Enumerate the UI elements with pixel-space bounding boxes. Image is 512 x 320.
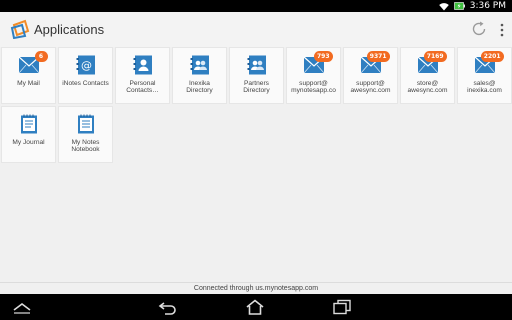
mail-icon: 7169 bbox=[417, 51, 447, 75]
mail-icon: 2201 bbox=[474, 51, 504, 75]
app-tile-label: My Journal bbox=[12, 139, 45, 146]
home-icon[interactable] bbox=[245, 299, 265, 315]
app-tile[interactable]: Inexika Directory bbox=[172, 47, 227, 104]
app-tile-label: iNotes Contacts bbox=[62, 80, 109, 87]
recent-apps-icon[interactable] bbox=[332, 299, 352, 315]
app-logo-icon[interactable] bbox=[10, 19, 32, 39]
refresh-icon[interactable] bbox=[470, 20, 488, 38]
directory-icon bbox=[246, 55, 268, 75]
mail-icon: 6 bbox=[18, 51, 48, 75]
status-bar: 3:36 PM bbox=[0, 0, 512, 12]
contacts-book-icon: @ bbox=[75, 55, 97, 75]
unread-count-badge: 2201 bbox=[480, 51, 504, 62]
app-tile-label: Inexika Directory bbox=[186, 80, 213, 95]
overflow-menu-icon[interactable] bbox=[498, 22, 506, 38]
app-tile[interactable]: 7169 store@ awesync.com bbox=[400, 47, 455, 104]
clock: 3:36 PM bbox=[469, 1, 506, 11]
app-tile-label: store@ awesync.com bbox=[407, 80, 448, 95]
unread-count-badge: 9371 bbox=[366, 51, 390, 62]
app-tile-label: My Notes Notebook bbox=[71, 139, 100, 154]
action-bar: Applications bbox=[0, 12, 512, 47]
unread-count-badge: 7169 bbox=[423, 51, 447, 62]
person-contact-icon bbox=[132, 55, 154, 75]
back-icon[interactable] bbox=[158, 299, 178, 315]
app-tile[interactable]: Partners Directory bbox=[229, 47, 284, 104]
app-tile-label: support@ mynotesapp.co bbox=[291, 80, 336, 95]
app-tile-label: sales@ inexika.com bbox=[467, 80, 502, 95]
wifi-icon bbox=[438, 2, 449, 10]
app-tile-label: Partners Directory bbox=[243, 80, 270, 95]
connection-status: Connected through us.mynotesapp.com bbox=[0, 282, 512, 294]
app-tile[interactable]: My Journal bbox=[1, 106, 56, 163]
app-tile[interactable]: 9371 support@ awesync.com bbox=[343, 47, 398, 104]
unread-count-badge: 6 bbox=[34, 51, 48, 62]
directory-icon bbox=[189, 55, 211, 75]
collapse-icon[interactable] bbox=[12, 299, 32, 315]
app-tile[interactable]: My Notes Notebook bbox=[58, 106, 113, 163]
battery-charging-icon bbox=[453, 2, 465, 10]
notebook-icon bbox=[75, 114, 97, 134]
app-tile-label: My Mail bbox=[17, 80, 40, 87]
navigation-bar bbox=[0, 294, 512, 320]
mail-icon: 9371 bbox=[360, 51, 390, 75]
status-icons: 3:36 PM bbox=[438, 0, 506, 12]
page-title: Applications bbox=[34, 22, 105, 37]
app-tile-label: support@ awesync.com bbox=[350, 80, 391, 95]
app-tile[interactable]: Personal Contacts… bbox=[115, 47, 170, 104]
mail-icon: 793 bbox=[303, 51, 333, 75]
app-tile-label: Personal Contacts… bbox=[126, 80, 159, 95]
journal-icon bbox=[18, 114, 40, 134]
app-tile[interactable]: @ iNotes Contacts bbox=[58, 47, 113, 104]
svg-text:@: @ bbox=[81, 59, 92, 72]
app-tile[interactable]: 2201 sales@ inexika.com bbox=[457, 47, 512, 104]
unread-count-badge: 793 bbox=[313, 51, 333, 62]
app-tile[interactable]: 6 My Mail bbox=[1, 47, 56, 104]
app-tile[interactable]: 793 support@ mynotesapp.co bbox=[286, 47, 341, 104]
